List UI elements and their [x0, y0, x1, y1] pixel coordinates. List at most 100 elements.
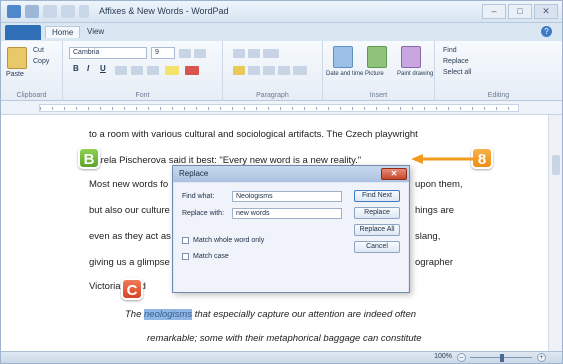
paint-drawing-label: Paint drawing	[397, 71, 434, 77]
replace-with-label: Replace with:	[182, 210, 225, 217]
match-case-option[interactable]: Match case	[182, 253, 229, 260]
strikethrough-icon[interactable]	[115, 66, 127, 75]
clipboard-group-label: Clipboard	[16, 92, 47, 99]
title-bar: Affixes & New Words - WordPad – □ ✕	[1, 1, 562, 23]
replace-all-button[interactable]: Replace All	[354, 224, 400, 236]
shrink-font-icon[interactable]	[194, 49, 206, 58]
dialog-body: Find what: Replace with: Match whole wor…	[174, 183, 408, 292]
paste-icon[interactable]	[7, 47, 27, 69]
maximize-button[interactable]: □	[508, 4, 532, 19]
save-icon[interactable]	[25, 5, 39, 18]
document-line: giving us a glimpse	[89, 257, 170, 268]
increase-indent-icon[interactable]	[248, 49, 260, 58]
zoom-out-button[interactable]: –	[457, 353, 466, 362]
scrollbar-thumb[interactable]	[552, 155, 560, 175]
file-menu-button[interactable]	[5, 25, 41, 40]
font-size-select[interactable]: 9	[151, 47, 175, 59]
selected-word[interactable]: neologisms	[144, 309, 193, 320]
callout-b-badge: B	[78, 147, 100, 169]
find-next-button[interactable]: Find Next	[354, 190, 400, 202]
font-family-select[interactable]: Cambria	[69, 47, 147, 59]
dialog-title: Replace	[179, 169, 209, 178]
tab-home[interactable]: Home	[45, 26, 81, 38]
callout-c-badge: C	[121, 278, 143, 300]
underline-button[interactable]: U	[100, 64, 106, 73]
document-line-fragment: hings are	[415, 205, 455, 216]
align-left-icon[interactable]	[233, 66, 245, 75]
line-rest: that especially capture our attention ar…	[192, 309, 417, 320]
date-time-label: Date and time	[326, 71, 364, 77]
dialog-title-bar: Replace ✕	[173, 166, 409, 182]
editing-group: Find Replace Select all Editing	[435, 41, 562, 101]
vertical-scrollbar[interactable]	[548, 115, 562, 351]
document-line: but also our culture	[89, 205, 170, 216]
paint-drawing-icon[interactable]	[401, 46, 421, 68]
match-whole-word-label: Match whole word only	[193, 237, 265, 244]
paragraph-group: Paragraph	[223, 41, 323, 101]
callout-step-badge: 8	[471, 147, 493, 169]
insert-group: Date and time Picture Paint drawing Inse…	[323, 41, 435, 101]
font-group: Cambria 9 B I U Font	[63, 41, 223, 101]
dialog-close-button[interactable]: ✕	[381, 168, 407, 180]
zoom-slider-knob[interactable]	[500, 354, 504, 362]
highlight-color-icon[interactable]	[165, 66, 179, 75]
replace-dialog: Replace ✕ Find what: Replace with: Match…	[172, 165, 410, 293]
close-button[interactable]: ✕	[534, 4, 558, 19]
find-button[interactable]: Find	[443, 47, 457, 54]
copy-button[interactable]: Copy	[33, 58, 49, 65]
document-line: even as they act as	[89, 231, 171, 242]
app-menu-icon[interactable]	[7, 5, 21, 18]
align-center-icon[interactable]	[248, 66, 260, 75]
clipboard-group: Paste Cut Copy Clipboard	[1, 41, 63, 101]
bold-button[interactable]: B	[73, 64, 79, 73]
ruler[interactable]	[1, 101, 562, 115]
decrease-indent-icon[interactable]	[233, 49, 245, 58]
select-all-button[interactable]: Select all	[443, 69, 471, 76]
minimize-button[interactable]: –	[482, 4, 506, 19]
zoom-in-button[interactable]: +	[537, 353, 546, 362]
font-color-icon[interactable]	[185, 66, 199, 75]
document-line: to a room with various cultural and soci…	[89, 129, 418, 140]
cut-button[interactable]: Cut	[33, 47, 44, 54]
undo-icon[interactable]	[43, 5, 57, 18]
font-group-label: Font	[135, 92, 150, 99]
quick-access-toolbar	[7, 5, 89, 18]
find-what-label: Find what:	[182, 193, 215, 200]
customize-toolbar-icon[interactable]	[79, 5, 89, 18]
grow-font-icon[interactable]	[179, 49, 191, 58]
justify-icon[interactable]	[278, 66, 290, 75]
document-line-fragment: upon them,	[415, 179, 463, 190]
line-spacing-icon[interactable]	[293, 66, 307, 75]
subscript-icon[interactable]	[131, 66, 143, 75]
align-right-icon[interactable]	[263, 66, 275, 75]
tab-view[interactable]: View	[81, 26, 110, 37]
cancel-button[interactable]: Cancel	[354, 241, 400, 253]
match-whole-word-option[interactable]: Match whole word only	[182, 237, 264, 244]
bullets-icon[interactable]	[263, 49, 279, 58]
editing-group-label: Editing	[487, 92, 510, 99]
redo-icon[interactable]	[61, 5, 75, 18]
replace-button[interactable]: Replace	[443, 58, 469, 65]
ruler-scale	[39, 104, 519, 112]
replace-dialog-button[interactable]: Replace	[354, 207, 400, 219]
match-case-label: Match case	[193, 253, 229, 260]
replace-with-input[interactable]	[232, 208, 342, 219]
find-what-input[interactable]	[232, 191, 342, 202]
picture-icon[interactable]	[367, 46, 387, 68]
paste-label: Paste	[6, 71, 24, 78]
document-line: Most new words fo	[89, 179, 169, 190]
line-prefix: The	[125, 309, 145, 320]
superscript-icon[interactable]	[147, 66, 159, 75]
match-case-checkbox[interactable]	[182, 253, 189, 260]
document-line: remarkable; some with their metaphorical…	[147, 333, 422, 344]
zoom-level: 100%	[434, 353, 452, 360]
window-controls: – □ ✕	[482, 4, 558, 19]
document-line-selected: The neologisms that especially capture o…	[125, 309, 416, 320]
date-time-icon[interactable]	[333, 46, 353, 68]
status-bar: 100% – +	[1, 351, 562, 363]
ribbon-tabs: Home View ?	[1, 23, 562, 41]
wordpad-window: Affixes & New Words - WordPad – □ ✕ Home…	[0, 0, 563, 364]
help-icon[interactable]: ?	[541, 26, 552, 37]
match-whole-word-checkbox[interactable]	[182, 237, 189, 244]
italic-button[interactable]: I	[87, 64, 89, 73]
